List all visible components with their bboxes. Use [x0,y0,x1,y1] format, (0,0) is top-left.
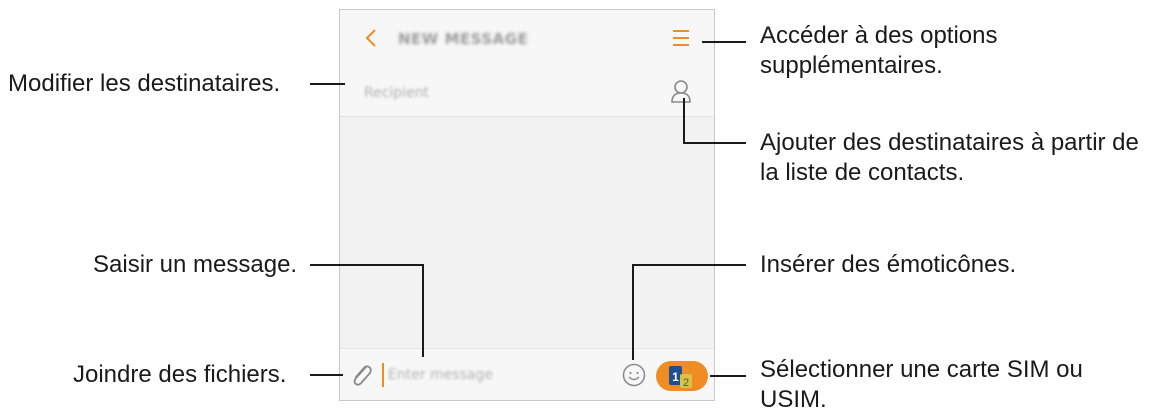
leader-type-message [310,264,424,357]
callout-more-options: Accéder à des options supplémentaires. [760,21,997,81]
callout-add-from-contacts-line2: la liste de contacts. [760,159,965,186]
callout-select-sim: Sélectionner une carte SIM ou USIM. [760,355,1083,415]
leader-insert-emoticons [632,264,746,360]
leader-add-from-contacts [683,98,746,144]
callout-more-options-line1: Accéder à des options [760,22,998,49]
callout-add-from-contacts-line1: Ajouter des destinataires à partir de [760,129,1139,156]
callout-select-sim-line2: USIM. [760,386,827,413]
callout-edit-recipients: Modifier les destinataires. [8,70,281,97]
callout-leader-lines [310,41,746,377]
callout-add-from-contacts: Ajouter des destinataires à partir de la… [760,128,1139,188]
callout-insert-emoticons: Insérer des émoticônes. [760,251,1017,278]
callout-type-message: Saisir un message. [93,251,298,278]
callout-more-options-line2: supplémentaires. [760,52,943,79]
callout-attach-files: Joindre des fichiers. [73,361,287,388]
callout-select-sim-line1: Sélectionner une carte SIM ou [760,356,1083,383]
